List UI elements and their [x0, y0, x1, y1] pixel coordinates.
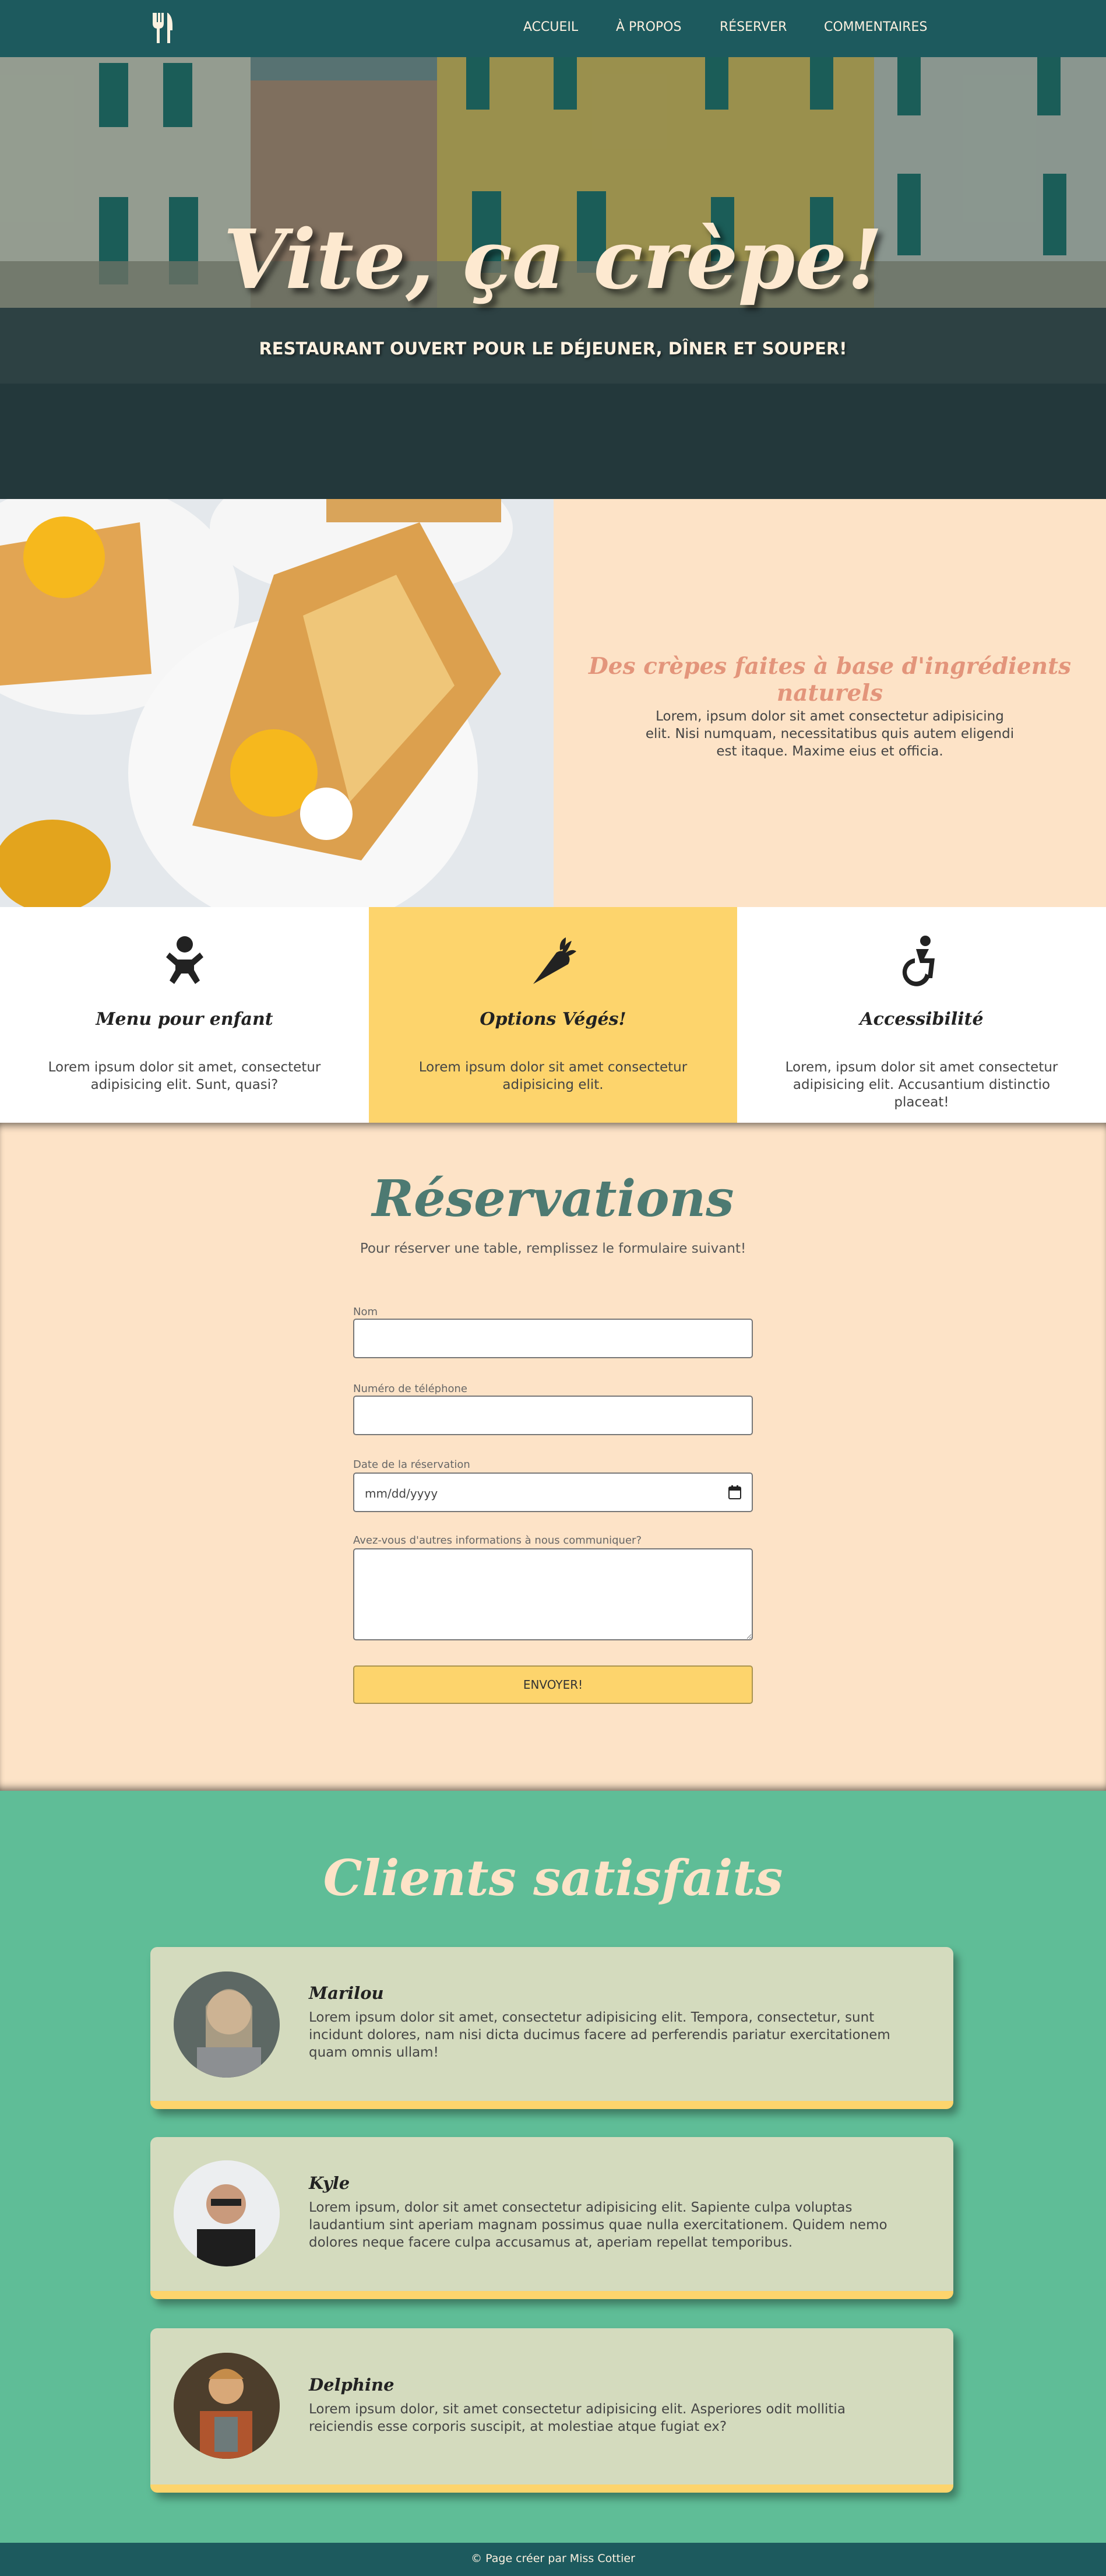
- testimonial-text: Lorem ipsum dolor sit amet, consectetur …: [309, 2010, 890, 2060]
- feature-panel: Des crèpes faites à base d'ingrédients n…: [554, 499, 1106, 907]
- phone-label: Numéro de téléphone: [353, 1383, 467, 1395]
- hero-banner: Vite, ça crèpe! RESTAURANT OUVERT POUR L…: [0, 57, 1106, 499]
- testimonial-text: Lorem ipsum dolor, sit amet consectetur …: [309, 2402, 846, 2434]
- nav-link-a-propos[interactable]: À PROPOS: [616, 20, 681, 34]
- footer: © Page créer par Miss Cottier: [0, 2543, 1106, 2576]
- wheelchair-icon: [902, 936, 935, 986]
- calendar-icon[interactable]: [728, 1485, 741, 1499]
- hero-subtitle: RESTAURANT OUVERT POUR LE DÉJEUNER, DÎNE…: [259, 339, 847, 359]
- date-input[interactable]: mm/dd/yyyy: [353, 1472, 753, 1512]
- testimonial-name: Delphine: [309, 2375, 395, 2395]
- service-text: Lorem, ipsum dolor sit amet consectetur …: [785, 1060, 1058, 1110]
- navbar: ACCUEIL À PROPOS RÉSERVER COMMENTAIRES: [0, 0, 1106, 57]
- testimonial-text: Lorem ipsum, dolor sit amet consectetur …: [309, 2200, 887, 2250]
- footer-credit: © Page créer par Miss Cottier: [471, 2552, 635, 2565]
- testimonial-name: Marilou: [309, 1983, 384, 2003]
- testimonials-section: Clients satisfaits Marilou Lorem ipsum d…: [0, 1791, 1106, 2543]
- feature-description: Lorem, ipsum dolor sit amet consectetur …: [645, 709, 1015, 759]
- reservation-section: Réservations Pour réserver une table, re…: [0, 1123, 1106, 1791]
- testimonials-title: Clients satisfaits: [323, 1849, 783, 1907]
- testimonial-name: Kyle: [309, 2173, 350, 2193]
- nav-link-accueil[interactable]: ACCUEIL: [523, 20, 578, 34]
- nav-link-commentaires[interactable]: COMMENTAIRES: [824, 20, 927, 34]
- phone-input[interactable]: [353, 1396, 753, 1435]
- date-label: Date de la réservation: [353, 1459, 470, 1471]
- carrot-icon: [533, 937, 576, 984]
- testimonial-card-delphine: Delphine Lorem ipsum dolor, sit amet con…: [150, 2328, 953, 2493]
- crepes-photo: [0, 499, 554, 907]
- service-title: Options Végés!: [480, 1009, 626, 1029]
- avatar: [174, 2160, 280, 2266]
- message-textarea[interactable]: [353, 1548, 753, 1640]
- fork-knife-icon[interactable]: [150, 10, 174, 45]
- message-label: Avez-vous d'autres informations à nous c…: [353, 1534, 642, 1547]
- submit-button[interactable]: ENVOYER!: [353, 1665, 753, 1704]
- hero-title: Vite, ça crèpe!: [223, 212, 883, 308]
- testimonial-card-marilou: Marilou Lorem ipsum dolor sit amet, cons…: [150, 1947, 953, 2109]
- date-placeholder: mm/dd/yyyy: [365, 1486, 438, 1500]
- service-title: Menu pour enfant: [96, 1009, 273, 1029]
- name-label: Nom: [353, 1306, 378, 1318]
- testimonial-card-kyle: Kyle Lorem ipsum, dolor sit amet consect…: [150, 2137, 953, 2299]
- services-row: Menu pour enfant Lorem ipsum dolor sit a…: [0, 907, 1106, 1123]
- avatar: [174, 2353, 280, 2459]
- reservation-title: Réservations: [372, 1169, 734, 1228]
- service-title: Accessibilité: [860, 1009, 984, 1029]
- service-vegetarian: Options Végés! Lorem ipsum dolor sit ame…: [369, 907, 737, 1123]
- reservation-intro: Pour réserver une table, remplissez le f…: [360, 1241, 746, 1256]
- baby-icon: [165, 936, 203, 984]
- service-kids-menu: Menu pour enfant Lorem ipsum dolor sit a…: [0, 907, 369, 1123]
- nav-link-reserver[interactable]: RÉSERVER: [720, 20, 787, 34]
- service-text: Lorem ipsum dolor sit amet, consectetur …: [48, 1060, 321, 1092]
- feature-title: Des crèpes faites à base d'ingrédients n…: [588, 653, 1072, 707]
- service-accessibility: Accessibilité Lorem, ipsum dolor sit ame…: [737, 907, 1106, 1123]
- avatar: [174, 1971, 280, 2078]
- service-text: Lorem ipsum dolor sit amet consectetur a…: [418, 1060, 688, 1092]
- name-input[interactable]: [353, 1319, 753, 1358]
